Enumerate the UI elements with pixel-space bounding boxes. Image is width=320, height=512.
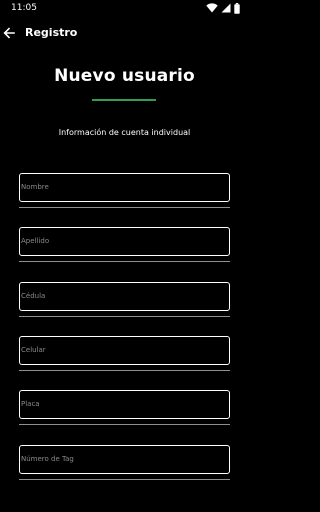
arrow-left-icon [3,24,15,43]
numero-de-tag-field-underline [19,479,230,480]
nombre-field-underline [19,207,230,208]
placa-field-underline [19,424,230,425]
celular-placeholder: Celular [21,346,46,354]
section-subtitle: Información de cuenta individual [58,128,191,137]
cedula-placeholder: Cédula [21,292,46,300]
apellido-placeholder: Apellido [21,237,50,245]
nombre-field[interactable]: Nombre [19,173,230,202]
page-title: Nuevo usuario [54,66,195,86]
app-bar: Registro [0,16,249,52]
apellido-field-underline [19,261,230,262]
celular-field[interactable]: Celular [19,336,230,365]
nombre-placeholder: Nombre [21,183,49,191]
cell-signal-icon [221,3,231,13]
placa-placeholder: Placa [21,400,40,408]
cedula-field-underline [19,316,230,317]
title-underline [92,99,156,101]
placa-field[interactable]: Placa [19,390,230,419]
numero-de-tag-placeholder: Número de Tag [21,455,74,463]
numero-de-tag-field[interactable]: Número de Tag [19,445,230,474]
cedula-field[interactable]: Cédula [19,282,230,311]
back-button[interactable] [0,22,18,44]
battery-icon [234,2,240,14]
status-time: 11:05 [11,3,37,13]
status-bar: 11:05 [0,0,249,16]
celular-field-underline [19,370,230,371]
wifi-icon [206,3,218,13]
app-bar-title: Registro [25,26,78,39]
apellido-field[interactable]: Apellido [19,227,230,256]
status-icons [206,2,240,14]
